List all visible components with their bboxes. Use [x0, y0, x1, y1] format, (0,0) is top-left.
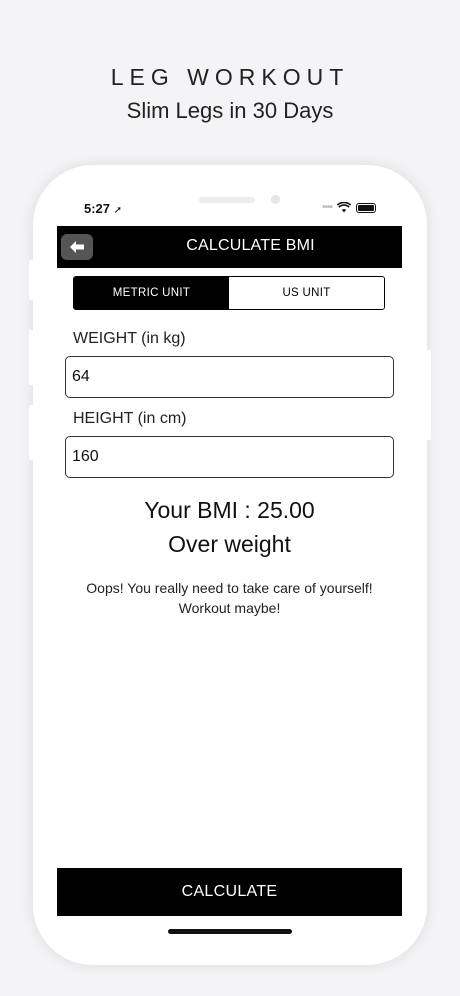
battery-icon	[356, 202, 377, 213]
phone-side-button	[29, 260, 34, 300]
calculate-button[interactable]: CALCULATE	[57, 868, 402, 916]
home-indicator[interactable]	[168, 929, 292, 934]
location-arrow-icon: ➚	[113, 205, 123, 216]
page-title: CALCULATE BMI	[186, 237, 315, 254]
advice-line-2: Workout maybe!	[178, 600, 281, 616]
promo-title: LEG WORKOUT	[110, 64, 350, 90]
status-icons: ••••	[322, 202, 377, 213]
signal-dots-icon: ••••	[322, 202, 333, 213]
promo-subtitle: Slim Legs in 30 Days	[126, 98, 334, 123]
status-time-text: 5:27	[84, 201, 111, 216]
height-input[interactable]: 160	[65, 436, 394, 478]
tab-us-unit[interactable]: US UNIT	[229, 277, 384, 309]
bmi-status: Over weight	[168, 531, 291, 557]
nav-bar: CALCULATE BMI	[57, 226, 402, 268]
tab-metric-unit[interactable]: METRIC UNIT	[74, 277, 229, 309]
advice-line-1: Oops! You really need to take care of yo…	[86, 580, 373, 596]
phone-camera	[271, 195, 280, 204]
advice-message: Oops! You really need to take care of yo…	[57, 578, 402, 618]
wifi-icon	[337, 202, 352, 213]
phone-side-button	[29, 330, 34, 385]
status-time: 5:27 ➚	[84, 201, 122, 216]
unit-toggle: METRIC UNIT US UNIT	[73, 276, 385, 310]
weight-input[interactable]: 64	[65, 356, 394, 398]
height-label: HEIGHT (in cm)	[73, 410, 187, 427]
phone-speaker	[199, 197, 255, 203]
phone-side-button	[29, 405, 34, 460]
weight-label: WEIGHT (in kg)	[73, 330, 186, 347]
phone-side-button	[426, 350, 431, 440]
bmi-result: Your BMI : 25.00	[144, 497, 315, 523]
